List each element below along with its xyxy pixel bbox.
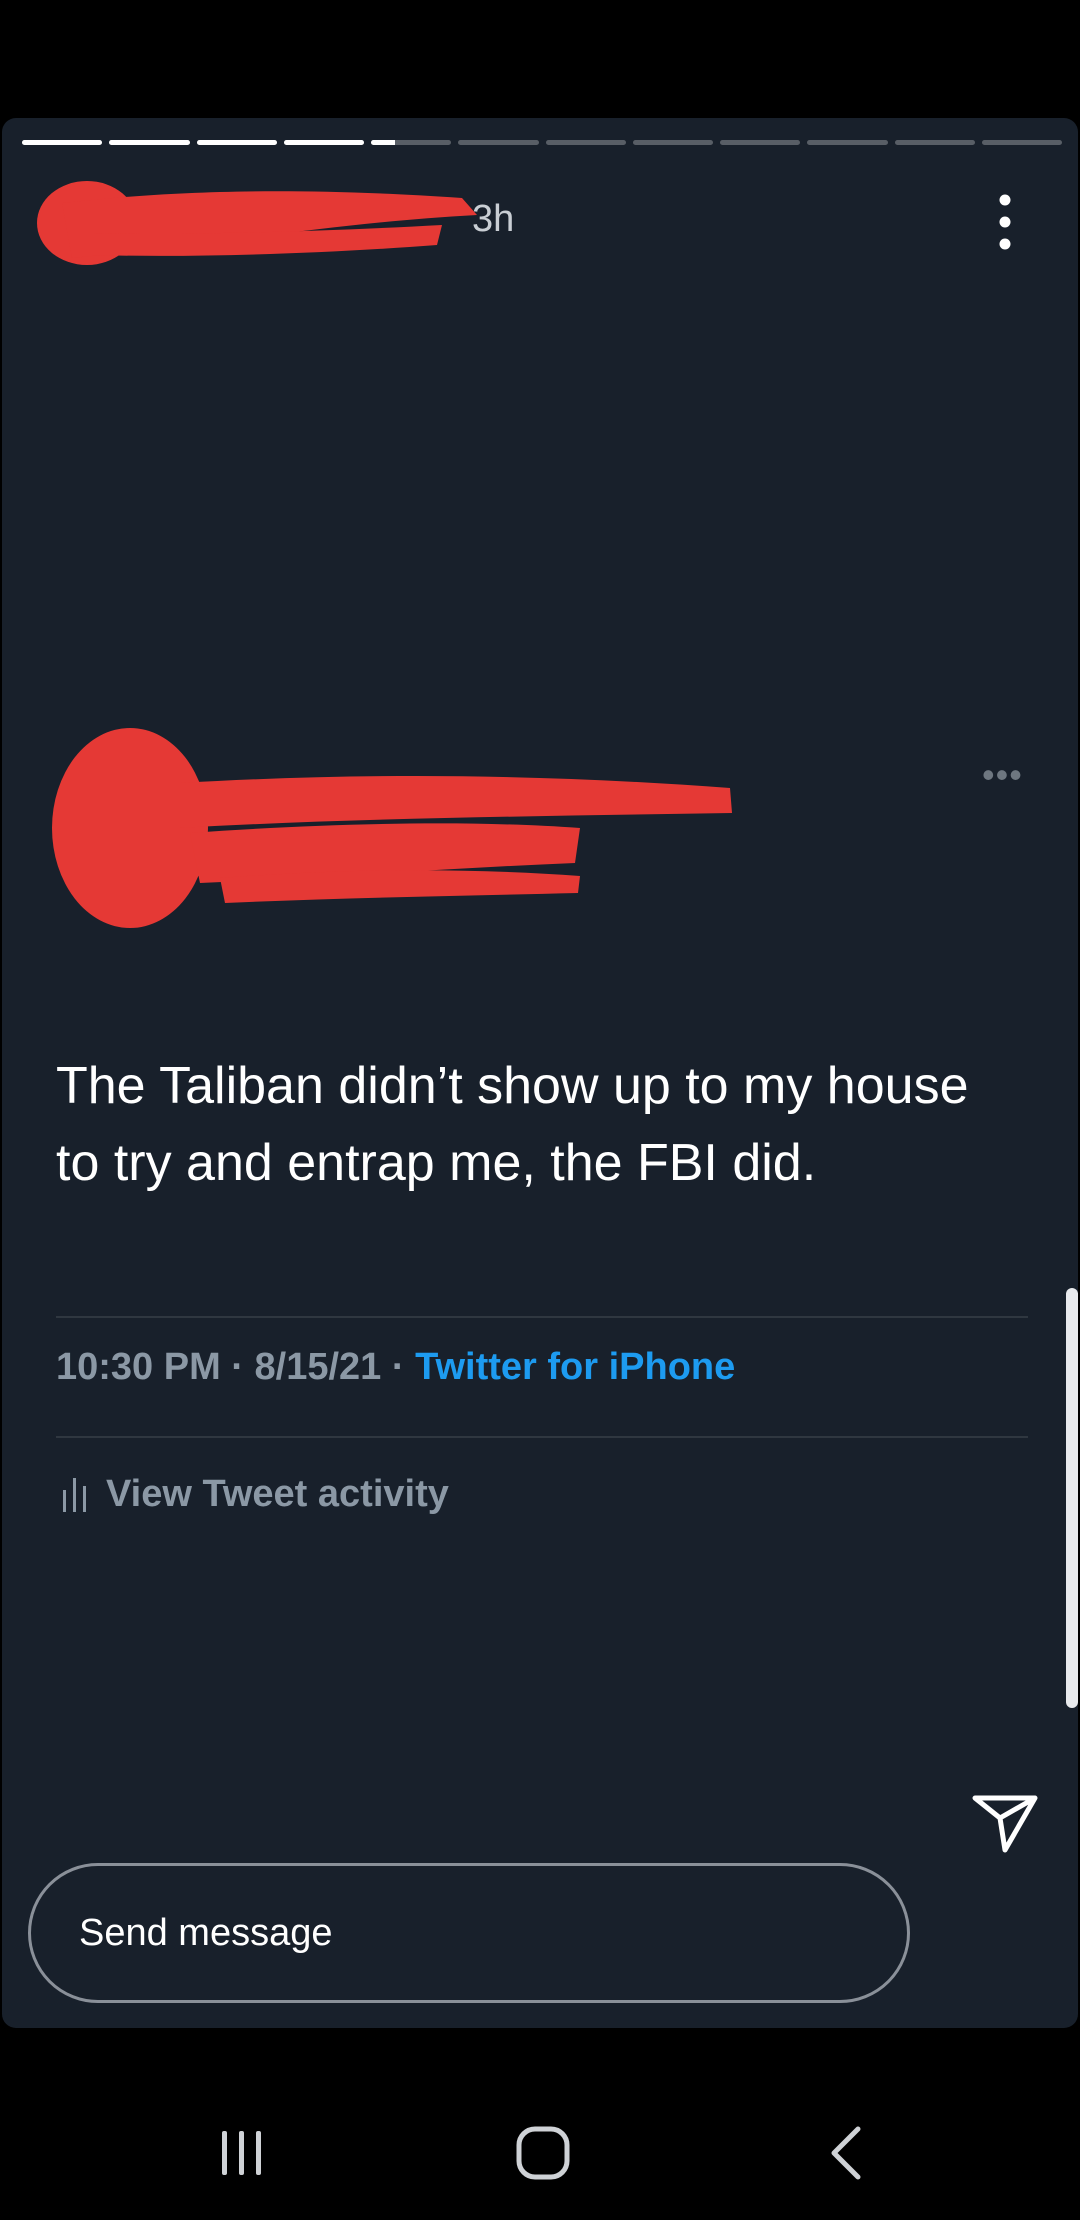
send-message-placeholder: Send message	[79, 1912, 333, 1954]
tweet-timestamp: 10:30 PM · 8/15/21 ·	[56, 1346, 416, 1388]
view-tweet-activity-button[interactable]: View Tweet activity	[62, 1466, 449, 1522]
story-progress-segment	[981, 140, 1062, 145]
story-progress-segment	[720, 140, 801, 145]
back-icon[interactable]	[818, 2123, 878, 2183]
tweet-meta: 10:30 PM · 8/15/21 · Twitter for iPhone	[56, 1346, 735, 1389]
view-tweet-activity-label: View Tweet activity	[106, 1472, 449, 1515]
story-progress-segment	[283, 140, 364, 145]
story-progress-segment	[22, 140, 103, 145]
story-progress-fill	[283, 140, 364, 145]
send-icon[interactable]	[970, 1788, 1040, 1858]
redacted-tweet-author	[52, 728, 732, 928]
story-progress-segment	[632, 140, 713, 145]
screen: 3h ••• The Taliban didn’t show up to my …	[0, 0, 1080, 2220]
story-progress-segment	[109, 140, 190, 145]
story-progress-fill	[371, 140, 396, 145]
story-progress-segment	[807, 140, 888, 145]
story-progress-segment	[458, 140, 539, 145]
tweet-more-icon[interactable]: •••	[982, 754, 1023, 796]
divider	[56, 1436, 1028, 1438]
redacted-user-header	[37, 181, 477, 265]
divider	[56, 1316, 1028, 1318]
system-navigation-bar	[0, 2028, 1080, 2220]
recent-apps-icon[interactable]	[212, 2123, 272, 2183]
bar-chart-icon	[63, 1478, 86, 1512]
send-message-input[interactable]: Send message	[28, 1863, 910, 2003]
story-time-ago: 3h	[472, 198, 515, 240]
story-progress-segment	[894, 140, 975, 145]
tweet-source-link[interactable]: Twitter for iPhone	[415, 1346, 735, 1388]
scrollbar-thumb[interactable]	[1066, 1288, 1078, 1708]
story-progress-segment	[196, 140, 277, 145]
story-progress-bar	[22, 140, 1062, 145]
tweet-text: The Taliban didn’t show up to my house t…	[56, 1057, 969, 1192]
story-progress-fill	[109, 140, 190, 145]
story-progress-fill	[22, 140, 103, 145]
story-progress-segment	[545, 140, 626, 145]
story-progress-segment	[371, 140, 452, 145]
story-viewer: 3h ••• The Taliban didn’t show up to my …	[2, 118, 1078, 2028]
story-progress-fill	[196, 140, 277, 145]
home-icon[interactable]	[513, 2123, 573, 2183]
more-vert-icon[interactable]	[990, 190, 1020, 254]
